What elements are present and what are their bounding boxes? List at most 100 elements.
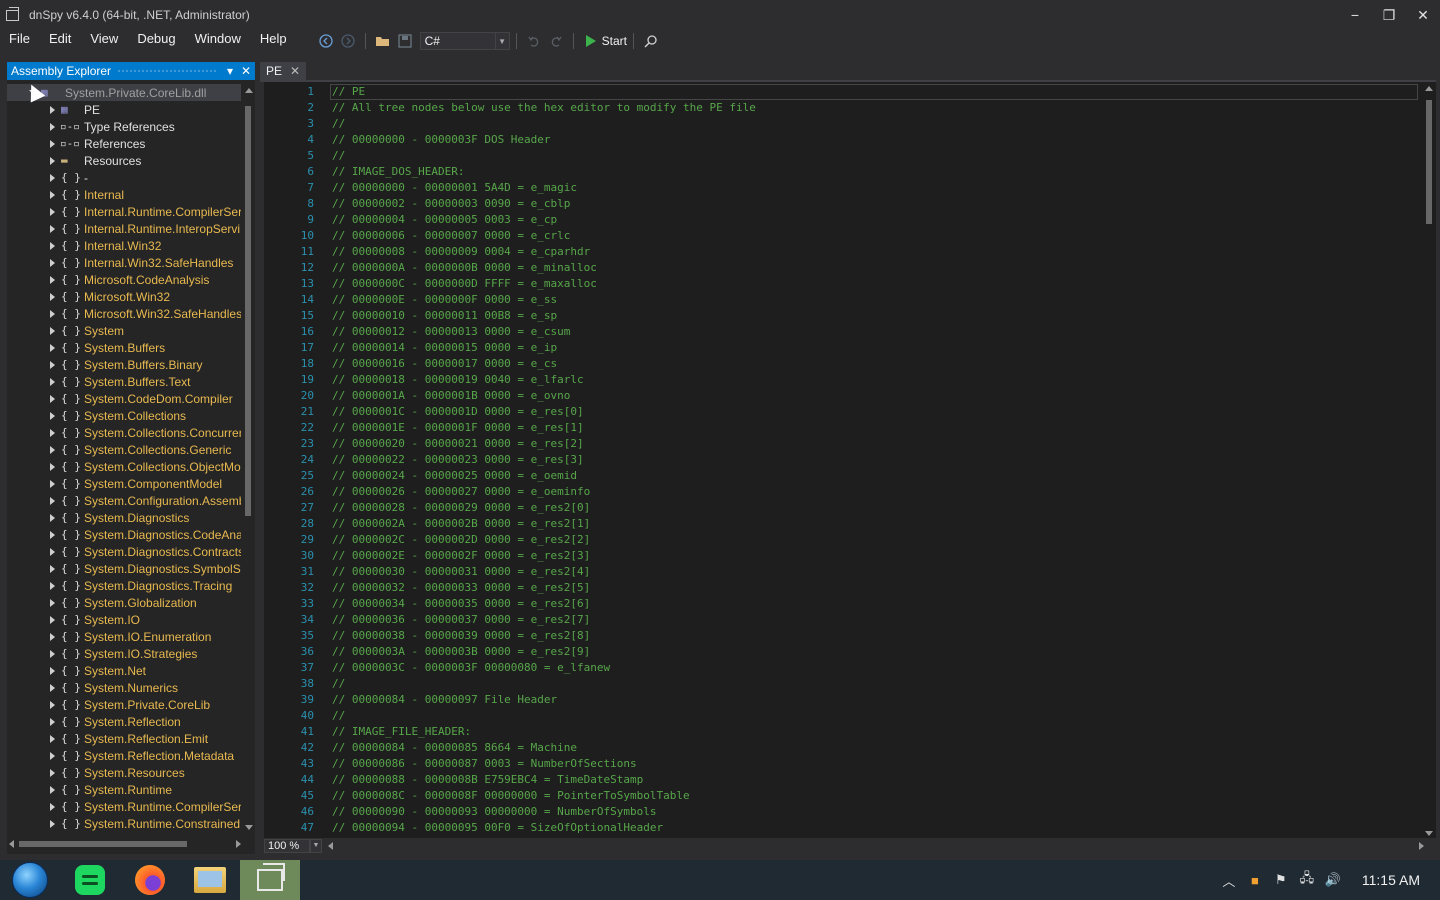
expand-arrow-icon[interactable] bbox=[50, 683, 55, 692]
scroll-up-icon[interactable] bbox=[1425, 86, 1433, 91]
start-debugging-button[interactable]: Start bbox=[585, 34, 627, 48]
code-line[interactable]: // 0000003C - 0000003F 00000080 = e_lfan… bbox=[332, 660, 1420, 676]
forward-icon[interactable] bbox=[339, 32, 357, 50]
scroll-right-icon[interactable] bbox=[1419, 842, 1424, 850]
scroll-right-icon[interactable] bbox=[236, 840, 241, 848]
tree-item-namespace[interactable]: { } Internal.Win32.SafeHandles bbox=[7, 254, 241, 271]
panel-close-icon[interactable]: ✕ bbox=[239, 64, 253, 78]
code-line[interactable]: // bbox=[332, 676, 1420, 692]
tree-item-namespace[interactable]: { } - bbox=[7, 169, 241, 186]
panel-grip[interactable] bbox=[117, 68, 217, 74]
tree-item-namespace[interactable]: { } System.Runtime.ConstrainedE bbox=[7, 815, 241, 832]
scroll-up-icon[interactable] bbox=[245, 88, 253, 93]
undo-icon[interactable] bbox=[525, 32, 543, 50]
scroll-thumb[interactable] bbox=[19, 841, 187, 847]
code-line[interactable]: // IMAGE_DOS_HEADER: bbox=[332, 164, 1420, 180]
tray-app-icon[interactable]: ■ bbox=[1242, 873, 1268, 888]
tree-item-type-references[interactable]: ▫-▫ Type References bbox=[7, 118, 241, 135]
open-icon[interactable] bbox=[374, 32, 392, 50]
code-line[interactable]: // 00000094 - 00000095 00F0 = SizeOfOpti… bbox=[332, 820, 1420, 836]
tree-item-namespace[interactable]: { } Microsoft.CodeAnalysis bbox=[7, 271, 241, 288]
expand-arrow-icon[interactable] bbox=[50, 496, 55, 505]
expand-arrow-icon[interactable] bbox=[50, 479, 55, 488]
code-line[interactable]: // 00000012 - 00000013 0000 = e_csum bbox=[332, 324, 1420, 340]
tree-vertical-scrollbar[interactable] bbox=[243, 84, 255, 832]
app-icon[interactable] bbox=[6, 6, 19, 21]
search-icon[interactable] bbox=[642, 32, 660, 50]
expand-arrow-icon[interactable] bbox=[50, 615, 55, 624]
back-icon[interactable] bbox=[317, 32, 335, 50]
code-line[interactable]: // 00000002 - 00000003 0090 = e_cblp bbox=[332, 196, 1420, 212]
tree-item-namespace[interactable]: { } Internal bbox=[7, 186, 241, 203]
editor-horizontal-scrollbar[interactable] bbox=[328, 840, 1424, 852]
scroll-thumb[interactable] bbox=[1426, 100, 1432, 224]
show-hidden-icons-icon[interactable]: ︿ bbox=[1216, 871, 1242, 890]
code-line[interactable]: // 0000001E - 0000001F 0000 = e_res[1] bbox=[332, 420, 1420, 436]
menu-edit[interactable]: Edit bbox=[40, 30, 81, 52]
tree-item-namespace[interactable]: { } System.Collections.Generic bbox=[7, 441, 241, 458]
code-line[interactable]: // 00000038 - 00000039 0000 = e_res2[8] bbox=[332, 628, 1420, 644]
expand-arrow-icon[interactable] bbox=[50, 343, 55, 352]
taskbar-file-explorer[interactable] bbox=[180, 860, 240, 900]
tree-item-namespace[interactable]: { } Internal.Runtime.CompilerSer bbox=[7, 203, 241, 220]
tree-item-namespace[interactable]: { } System.Reflection bbox=[7, 713, 241, 730]
expand-arrow-icon[interactable] bbox=[50, 632, 55, 641]
tree-item-namespace[interactable]: { } System.Globalization bbox=[7, 594, 241, 611]
tree-item-namespace[interactable]: { } System.Collections.Concurrer bbox=[7, 424, 241, 441]
menu-help[interactable]: Help bbox=[251, 30, 297, 52]
tree-item-namespace[interactable]: { } System.IO bbox=[7, 611, 241, 628]
expand-arrow-icon[interactable] bbox=[50, 156, 55, 165]
code-line[interactable]: // 0000002E - 0000002F 0000 = e_res2[3] bbox=[332, 548, 1420, 564]
expand-arrow-icon[interactable] bbox=[50, 649, 55, 658]
code-line[interactable]: // 00000032 - 00000033 0000 = e_res2[5] bbox=[332, 580, 1420, 596]
code-line[interactable]: // 0000001A - 0000001B 0000 = e_ovno bbox=[332, 388, 1420, 404]
tab-pe[interactable]: PE ✕ bbox=[260, 62, 307, 80]
tree-item-namespace[interactable]: { } System.Configuration.Assemb bbox=[7, 492, 241, 509]
tree-item-namespace[interactable]: { } System.Reflection.Emit bbox=[7, 730, 241, 747]
tree-item-namespace[interactable]: { } Internal.Win32 bbox=[7, 237, 241, 254]
panel-menu-icon[interactable]: ▾ bbox=[223, 64, 237, 78]
chevron-down-icon[interactable]: ▼ bbox=[310, 839, 322, 853]
expand-arrow-icon[interactable] bbox=[50, 275, 55, 284]
tree-item-namespace[interactable]: { } System.Resources bbox=[7, 764, 241, 781]
action-center-flag-icon[interactable]: ⚑ bbox=[1268, 872, 1294, 888]
expand-arrow-icon[interactable] bbox=[50, 139, 55, 148]
code-line[interactable]: // 00000004 - 00000005 0003 = e_cp bbox=[332, 212, 1420, 228]
zoom-select[interactable]: 100 % ▼ bbox=[264, 838, 322, 854]
code-line[interactable]: // 00000028 - 00000029 0000 = e_res2[0] bbox=[332, 500, 1420, 516]
code-line[interactable]: // 0000002A - 0000002B 0000 = e_res2[1] bbox=[332, 516, 1420, 532]
expand-arrow-icon[interactable] bbox=[50, 258, 55, 267]
tree-item-namespace[interactable]: { } System.ComponentModel bbox=[7, 475, 241, 492]
tree-item-namespace[interactable]: { } System.Numerics bbox=[7, 679, 241, 696]
scroll-thumb[interactable] bbox=[245, 106, 251, 516]
tree-item-namespace[interactable]: { } System.Private.CoreLib bbox=[7, 696, 241, 713]
expand-arrow-icon[interactable] bbox=[50, 292, 55, 301]
expand-arrow-icon[interactable] bbox=[50, 564, 55, 573]
code-line[interactable]: // 00000014 - 00000015 0000 = e_ip bbox=[332, 340, 1420, 356]
menu-debug[interactable]: Debug bbox=[128, 30, 185, 52]
zoom-value[interactable]: 100 % bbox=[264, 839, 310, 853]
tree-item-namespace[interactable]: { } System.Diagnostics bbox=[7, 509, 241, 526]
code-line[interactable]: // 00000086 - 00000087 0003 = NumberOfSe… bbox=[332, 756, 1420, 772]
start-button[interactable] bbox=[0, 860, 60, 900]
code-line[interactable]: // 00000006 - 00000007 0000 = e_crlc bbox=[332, 228, 1420, 244]
code-line[interactable]: // 00000022 - 00000023 0000 = e_res[3] bbox=[332, 452, 1420, 468]
code-line[interactable]: // 00000000 - 0000003F DOS Header bbox=[332, 132, 1420, 148]
code-line[interactable]: // 00000020 - 00000021 0000 = e_res[2] bbox=[332, 436, 1420, 452]
tree-item-namespace[interactable]: { } System.Diagnostics.Contracts bbox=[7, 543, 241, 560]
tab-close-icon[interactable]: ✕ bbox=[290, 64, 300, 78]
code-line[interactable]: // 0000000A - 0000000B 0000 = e_minalloc bbox=[332, 260, 1420, 276]
tree-item-namespace[interactable]: { } System.Buffers.Binary bbox=[7, 356, 241, 373]
tree-item-namespace[interactable]: { } System.Collections bbox=[7, 407, 241, 424]
minimize-button[interactable]: − bbox=[1338, 0, 1372, 30]
expand-arrow-icon[interactable] bbox=[50, 768, 55, 777]
expand-arrow-icon[interactable] bbox=[50, 105, 55, 114]
expand-arrow-icon[interactable] bbox=[50, 581, 55, 590]
expand-arrow-icon[interactable] bbox=[50, 173, 55, 182]
code-line[interactable]: // 00000000 - 00000001 5A4D = e_magic bbox=[332, 180, 1420, 196]
expand-arrow-icon[interactable] bbox=[50, 309, 55, 318]
expand-arrow-icon[interactable] bbox=[50, 819, 55, 828]
tree-item-namespace[interactable]: { } System.IO.Enumeration bbox=[7, 628, 241, 645]
expand-arrow-icon[interactable] bbox=[50, 530, 55, 539]
expand-arrow-icon[interactable] bbox=[50, 377, 55, 386]
